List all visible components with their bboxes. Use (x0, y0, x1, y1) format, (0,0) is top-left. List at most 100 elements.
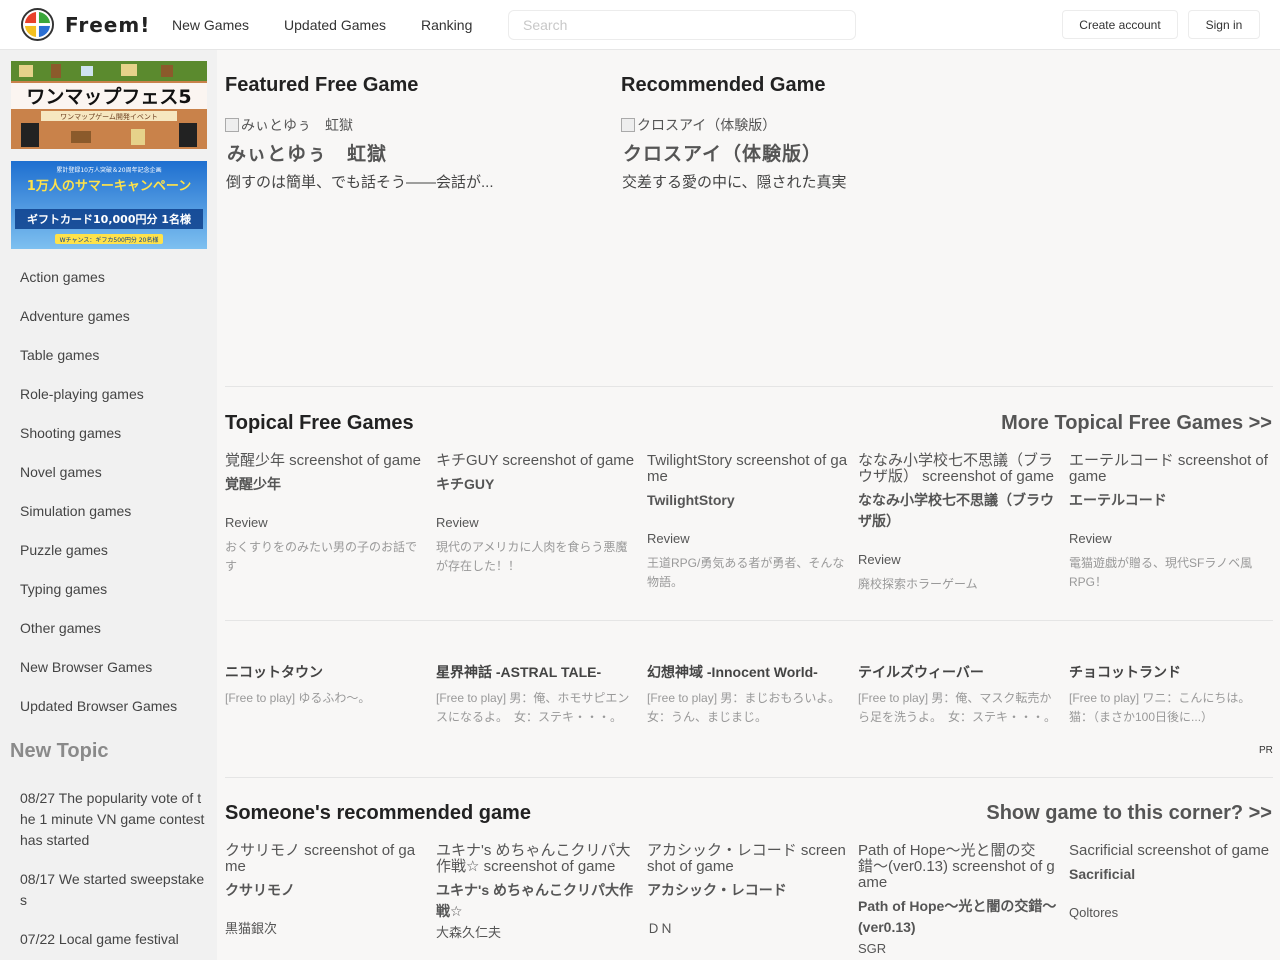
main-nav: New Games Updated Games Ranking (172, 17, 507, 33)
game-screenshot[interactable]: Path of Hope〜光と闇の交錯〜(ver0.13) screenshot… (858, 843, 1059, 891)
genre-puzzle[interactable]: Puzzle games (20, 542, 177, 581)
review-label: Review (647, 531, 690, 546)
topical-card[interactable]: ななみ小学校七不思議（ブラウザ版） screenshot of game ななみ… (858, 453, 1059, 594)
game-title[interactable]: キチGUY (436, 474, 637, 495)
pr-title[interactable]: 幻想神域 -Innocent World- (647, 663, 847, 681)
game-author: SGR (858, 941, 887, 956)
game-author: 黒猫銀次 (225, 921, 278, 936)
featured-image[interactable]: みぃとゆぅ 虹獄 (225, 115, 353, 135)
onemap-fes-banner[interactable]: ワンマップフェス5 ワンマップゲーム開発イベント (11, 61, 207, 149)
show-game-link[interactable]: Show game to this corner? >> (986, 802, 1272, 825)
recommended-image[interactable]: クロスアイ（体験版） (621, 115, 776, 135)
sign-in-button[interactable]: Sign in (1188, 10, 1260, 39)
game-title[interactable]: ユキナ's めちゃんこクリパ大作戦☆ (436, 880, 637, 922)
pr-desc: [Free to play] 男：俺、ホモサピエンスになるよ。 女：ステキ・・・… (436, 691, 630, 724)
banner2-title: 1万人のサマーキャンペーン (27, 178, 191, 194)
topic-item[interactable]: 07/22 Local game festival (20, 929, 205, 950)
brand-logo[interactable]: Freem! (21, 8, 155, 41)
nav-updated-games[interactable]: Updated Games (284, 17, 386, 33)
game-title[interactable]: 覚醒少年 (225, 474, 426, 495)
pr-title[interactable]: テイルズウィーバー (858, 663, 1058, 681)
game-screenshot[interactable]: 覚醒少年 screenshot of game (225, 453, 426, 469)
topic-item[interactable]: 08/17 We started sweepstakes (20, 869, 205, 911)
genre-simulation[interactable]: Simulation games (20, 503, 177, 542)
game-screenshot[interactable]: エーテルコード screenshot of game (1069, 453, 1270, 485)
someone-card[interactable]: Path of Hope〜光と闇の交錯〜(ver0.13) screenshot… (858, 843, 1059, 957)
someone-card[interactable]: クサリモノ screenshot of game クサリモノ 黒猫銀次 (225, 843, 426, 937)
recommended-game-desc: 交差する愛の中に、隠された真実 (622, 174, 847, 191)
game-screenshot[interactable]: キチGUY screenshot of game (436, 453, 637, 469)
review-label: Review (1069, 531, 1112, 546)
freem-logo-icon (21, 8, 54, 41)
genre-updated-browser[interactable]: Updated Browser Games (20, 698, 177, 737)
brand-name: Freem! (65, 12, 151, 37)
game-title[interactable]: エーテルコード (1069, 490, 1270, 511)
someone-card[interactable]: Sacrificial screenshot of game Sacrifici… (1069, 843, 1270, 921)
topic-item[interactable]: 08/27 The popularity vote of the 1 minut… (20, 788, 205, 851)
someone-card[interactable]: アカシック・レコード screenshot of game アカシック・レコード… (647, 843, 848, 937)
genre-table[interactable]: Table games (20, 347, 177, 386)
game-screenshot[interactable]: Sacrificial screenshot of game (1069, 843, 1270, 859)
game-title[interactable]: TwilightStory (647, 490, 848, 511)
topical-card[interactable]: キチGUY screenshot of game キチGUY Review 現代… (436, 453, 637, 576)
topic-list: 08/27 The popularity vote of the 1 minut… (20, 788, 205, 960)
topical-heading: Topical Free Games (225, 412, 414, 434)
sidebar: ワンマップフェス5 ワンマップゲーム開発イベント 累計登録10万人突破＆20周年… (0, 50, 217, 960)
featured-game-desc: 倒すのは簡単、でも話そう——会話が... (226, 174, 494, 191)
game-author: Qoltores (1069, 905, 1119, 920)
summer-campaign-banner[interactable]: 累計登録10万人突破＆20周年記念企画 1万人のサマーキャンペーン ギフトカード… (11, 161, 207, 249)
search-input[interactable] (508, 10, 856, 40)
broken-image-icon (225, 118, 239, 132)
pr-item[interactable]: テイルズウィーバー [Free to play] 男：俺、マスク転売から足を洗う… (858, 663, 1058, 727)
genre-novel[interactable]: Novel games (20, 464, 177, 503)
game-screenshot[interactable]: アカシック・レコード screenshot of game (647, 843, 848, 875)
recommended-game-name[interactable]: クロスアイ（体験版） (623, 139, 822, 166)
pr-item[interactable]: チョコットランド [Free to play] ワニ：こんにちは。 猫：（まさか… (1069, 663, 1269, 727)
game-title[interactable]: Path of Hope〜光と闇の交錯〜(ver0.13) (858, 896, 1059, 938)
featured-image-alt: みぃとゆぅ 虹獄 (241, 117, 353, 133)
topical-card[interactable]: TwilightStory screenshot of game Twiligh… (647, 453, 848, 592)
topical-card[interactable]: エーテルコード screenshot of game エーテルコード Revie… (1069, 453, 1270, 592)
pr-title[interactable]: ニコットタウン (225, 663, 425, 681)
genre-adventure[interactable]: Adventure games (20, 308, 177, 347)
topical-card[interactable]: 覚醒少年 screenshot of game 覚醒少年 Review おくすり… (225, 453, 426, 576)
divider (225, 620, 1273, 621)
pr-badge: PR (1259, 745, 1273, 756)
top-header: Freem! New Games Updated Games Ranking C… (0, 0, 1280, 50)
nav-ranking[interactable]: Ranking (421, 17, 472, 33)
game-title[interactable]: ななみ小学校七不思議（ブラウザ版） (858, 490, 1059, 532)
genre-new-browser[interactable]: New Browser Games (20, 659, 177, 698)
genre-shooting[interactable]: Shooting games (20, 425, 177, 464)
game-title[interactable]: Sacrificial (1069, 864, 1270, 885)
pr-desc: [Free to play] ゆるふわ〜。 (225, 691, 371, 705)
featured-game-name[interactable]: みぃとゆぅ 虹獄 (227, 139, 387, 166)
game-screenshot[interactable]: クサリモノ screenshot of game (225, 843, 426, 875)
new-topic-heading: New Topic (10, 740, 109, 762)
review-label: Review (858, 552, 901, 567)
genre-other[interactable]: Other games (20, 620, 177, 659)
game-screenshot[interactable]: TwilightStory screenshot of game (647, 453, 848, 485)
more-topical-link[interactable]: More Topical Free Games >> (1001, 412, 1272, 435)
pr-item[interactable]: 星界神話 -ASTRAL TALE- [Free to play] 男：俺、ホモ… (436, 663, 636, 727)
game-desc: 廃校探索ホラーゲーム (858, 577, 978, 591)
pr-item[interactable]: 幻想神域 -Innocent World- [Free to play] 男：ま… (647, 663, 847, 727)
pr-desc: [Free to play] ワニ：こんにちは。 猫：（まさか100日後に...… (1069, 691, 1257, 724)
game-screenshot[interactable]: ユキナ's めちゃんこクリパ大作戦☆ screenshot of game (436, 843, 637, 875)
someone-heading: Someone's recommended game (225, 802, 531, 824)
divider (225, 386, 1273, 387)
game-author: 大森久仁夫 (436, 925, 502, 940)
genre-rpg[interactable]: Role-playing games (20, 386, 177, 425)
pr-title[interactable]: 星界神話 -ASTRAL TALE- (436, 663, 636, 681)
genre-action[interactable]: Action games (20, 269, 177, 308)
pr-title[interactable]: チョコットランド (1069, 663, 1269, 681)
create-account-button[interactable]: Create account (1062, 10, 1178, 39)
game-screenshot[interactable]: ななみ小学校七不思議（ブラウザ版） screenshot of game (858, 453, 1059, 485)
someone-card[interactable]: ユキナ's めちゃんこクリパ大作戦☆ screenshot of game ユキ… (436, 843, 637, 941)
game-desc: 電猫遊戯が贈る、現代SFラノベ風RPG！ (1069, 556, 1253, 589)
game-title[interactable]: クサリモノ (225, 880, 426, 901)
nav-new-games[interactable]: New Games (172, 17, 249, 33)
game-desc: おくすりをのみたい男の子のお話です (225, 540, 418, 573)
pr-item[interactable]: ニコットタウン [Free to play] ゆるふわ〜。 (225, 663, 425, 708)
game-title[interactable]: アカシック・レコード (647, 880, 848, 901)
genre-typing[interactable]: Typing games (20, 581, 177, 620)
